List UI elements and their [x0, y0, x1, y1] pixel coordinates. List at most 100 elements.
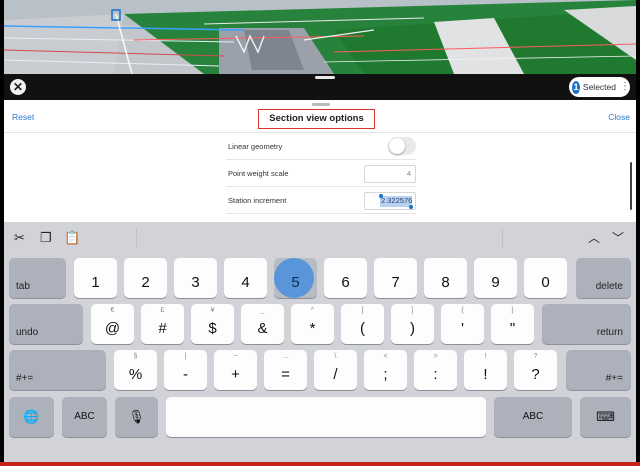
- toggle-knob: [389, 138, 405, 154]
- shortcut-separator: [502, 228, 503, 248]
- linear-geometry-toggle[interactable]: [388, 137, 416, 155]
- key-label: 5: [291, 274, 300, 291]
- key-slash[interactable]: \ /: [314, 350, 357, 390]
- row-station-increment: Station increment 2.322576: [226, 187, 416, 214]
- key-6[interactable]: 6: [324, 258, 367, 298]
- title-highlight-box: Section view options: [258, 109, 375, 129]
- chevron-down-icon[interactable]: ﹀: [612, 230, 624, 246]
- key-2[interactable]: 2: [124, 258, 167, 298]
- key-dollar[interactable]: ¥ $: [191, 304, 234, 344]
- selection-handle-start[interactable]: [379, 194, 383, 198]
- key-exclamation[interactable]: !!: [464, 350, 507, 390]
- key-4[interactable]: 4: [224, 258, 267, 298]
- abc-key-label: ABC: [522, 411, 544, 422]
- chevron-up-icon[interactable]: ︿: [588, 230, 600, 246]
- key-alt-label: …: [282, 353, 289, 360]
- key-9[interactable]: 9: [474, 258, 517, 298]
- delete-key[interactable]: delete: [576, 258, 631, 298]
- key-asterisk[interactable]: ^ *: [291, 304, 334, 344]
- tab-key[interactable]: tab: [9, 258, 66, 298]
- selected-pill[interactable]: 1 Selected ⋮: [569, 77, 630, 97]
- key-equals[interactable]: … =: [264, 350, 307, 390]
- key-label: ): [410, 320, 415, 337]
- reset-button[interactable]: Reset: [12, 112, 34, 122]
- key-7[interactable]: 7: [374, 258, 417, 298]
- key-ampersand[interactable]: _ &: [241, 304, 284, 344]
- close-button[interactable]: Close: [608, 112, 630, 122]
- close-icon[interactable]: ✕: [10, 79, 26, 95]
- more-vertical-icon[interactable]: ⋮: [620, 82, 630, 92]
- space-bar[interactable]: [166, 397, 486, 437]
- point-weight-scale-input[interactable]: 4: [364, 165, 416, 183]
- key-alt-label: [: [361, 307, 364, 314]
- key-alt-label: !: [484, 353, 487, 360]
- key-alt-label: |: [184, 353, 187, 360]
- key-label: =: [281, 366, 290, 383]
- panel-drag-handle[interactable]: [312, 103, 330, 106]
- point-weight-scale-label: Point weight scale: [228, 169, 289, 178]
- globe-key[interactable]: 🌐: [9, 397, 54, 437]
- key-label: &: [257, 320, 268, 337]
- key-hash[interactable]: £ #: [141, 304, 184, 344]
- station-increment-input[interactable]: 2.322576: [364, 192, 416, 210]
- map-view[interactable]: [4, 0, 636, 74]
- key-question[interactable]: ??: [514, 350, 557, 390]
- key-alt-label: }: [511, 307, 514, 314]
- key-1[interactable]: 1: [74, 258, 117, 298]
- drag-handle[interactable]: [315, 76, 335, 79]
- selection-handle-end[interactable]: [409, 205, 413, 209]
- scissors-icon[interactable]: ✂: [14, 230, 25, 246]
- key-semicolon[interactable]: <;: [364, 350, 407, 390]
- shortcut-separator: [136, 228, 137, 248]
- panel-scrollbar[interactable]: [630, 162, 632, 210]
- key-paren-close[interactable]: ]): [391, 304, 434, 344]
- key-alt-label: £: [160, 307, 165, 314]
- key-8[interactable]: 8: [424, 258, 467, 298]
- key-label: ;: [383, 366, 388, 383]
- key-plus[interactable]: ~ +: [214, 350, 257, 390]
- keyboard-hide-icon: ⌨: [596, 409, 615, 424]
- key-alt-label: ^: [310, 307, 315, 314]
- key-label: 0: [541, 274, 550, 291]
- hide-keyboard-key[interactable]: ⌨: [580, 397, 631, 437]
- key-label: 4: [241, 274, 250, 291]
- station-increment-value: 2.322576: [381, 196, 413, 205]
- undo-key-label: undo: [16, 327, 39, 338]
- shift-symbols-key-left[interactable]: #+=: [9, 350, 106, 390]
- key-quote[interactable]: } ": [491, 304, 534, 344]
- row-point-weight-scale: Point weight scale 4: [226, 160, 416, 187]
- key-label: +: [231, 366, 240, 383]
- video-progress-bar: [0, 462, 640, 466]
- key-colon[interactable]: >:: [414, 350, 457, 390]
- key-5[interactable]: 5: [274, 258, 317, 298]
- section-view-options-panel: Reset Section view options Close Linear …: [4, 100, 636, 222]
- abc-key-left[interactable]: ABC: [62, 397, 107, 437]
- key-label: 3: [191, 274, 200, 291]
- shift-symbols-label: #+=: [605, 373, 623, 384]
- undo-key[interactable]: undo: [9, 304, 83, 344]
- key-label: 2: [141, 274, 150, 291]
- key-apostrophe[interactable]: {': [441, 304, 484, 344]
- key-alt-label: ?: [533, 353, 538, 360]
- key-minus[interactable]: | -: [164, 350, 207, 390]
- key-paren-open[interactable]: [(: [341, 304, 384, 344]
- key-alt-label: ~: [233, 353, 238, 360]
- abc-key-right[interactable]: ABC: [494, 397, 572, 437]
- key-label: %: [128, 366, 143, 383]
- key-label: 1: [91, 274, 100, 291]
- station-increment-label: Station increment: [228, 196, 287, 205]
- shift-symbols-key-right[interactable]: #+=: [566, 350, 631, 390]
- key-0[interactable]: 0: [524, 258, 567, 298]
- return-key[interactable]: return: [542, 304, 631, 344]
- dictation-key[interactable]: 🎙: [115, 397, 158, 437]
- paste-icon[interactable]: 📋: [64, 230, 80, 246]
- key-label: ": [509, 320, 516, 337]
- key-label: 6: [341, 274, 350, 291]
- key-at[interactable]: € @: [91, 304, 134, 344]
- key-label: #: [158, 320, 167, 337]
- key-percent[interactable]: §%: [114, 350, 157, 390]
- copy-icon[interactable]: ❐: [40, 230, 52, 246]
- key-3[interactable]: 3: [174, 258, 217, 298]
- linear-geometry-label: Linear geometry: [228, 142, 283, 151]
- keyboard-shortcut-bar: ✂ ❐ 📋 ︿ ﹀: [4, 222, 636, 254]
